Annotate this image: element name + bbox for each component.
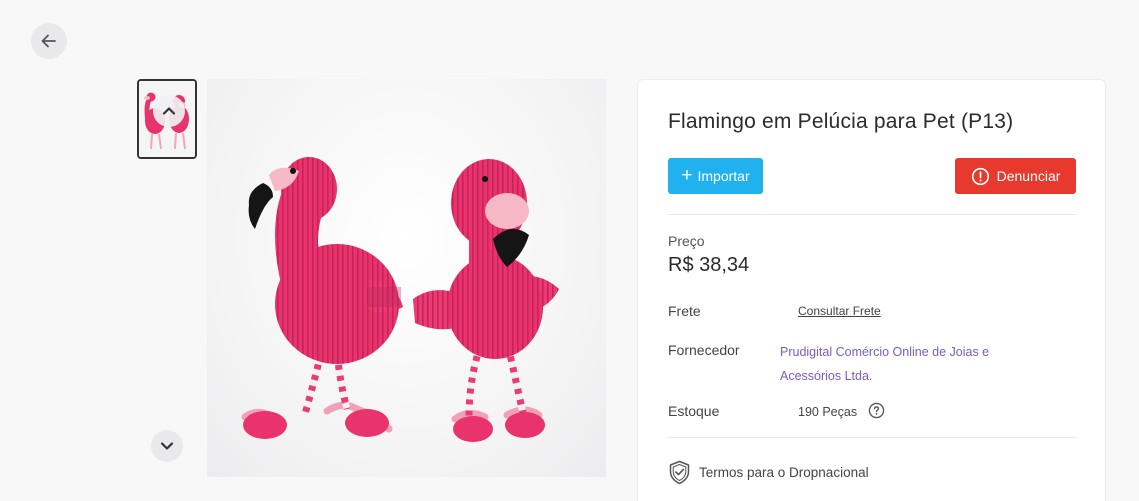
right-flamingo bbox=[413, 159, 559, 442]
left-flamingo bbox=[241, 157, 403, 439]
chevron-up-icon bbox=[162, 107, 176, 115]
back-button[interactable] bbox=[31, 23, 67, 59]
divider bbox=[668, 214, 1076, 215]
stock-value: 190 Peças bbox=[798, 405, 858, 419]
price-label: Preço bbox=[668, 233, 705, 249]
stock-label: Estoque bbox=[668, 403, 720, 419]
freight-label: Frete bbox=[668, 303, 701, 319]
supplier-label: Fornecedor bbox=[668, 342, 740, 358]
product-title: Flamingo em Pelúcia para Pet (P13) bbox=[668, 110, 1014, 133]
thumbnail-scroll-down-button[interactable] bbox=[151, 430, 183, 462]
terms-label: Termos para o Dropnacional bbox=[699, 465, 869, 480]
import-button-label: Importar bbox=[697, 168, 750, 184]
chevron-down-icon bbox=[160, 442, 174, 450]
terms-link[interactable]: Termos para o Dropnacional bbox=[668, 460, 869, 485]
price-value: R$ 38,34 bbox=[668, 254, 750, 276]
supplier-name[interactable]: Prudigital Comércio Online de Joias e Ac… bbox=[780, 340, 1050, 388]
thumbnail-image[interactable] bbox=[137, 79, 197, 159]
alert-circle-icon bbox=[971, 167, 989, 185]
report-button-label: Denunciar bbox=[996, 168, 1061, 184]
product-details-card: Flamingo em Pelúcia para Pet (P13) + Imp… bbox=[637, 79, 1106, 501]
help-circle-icon[interactable] bbox=[868, 402, 885, 419]
report-button[interactable]: Denunciar bbox=[955, 158, 1076, 194]
import-button[interactable]: + Importar bbox=[668, 158, 763, 194]
consult-freight-link[interactable]: Consultar Frete bbox=[798, 304, 881, 318]
divider bbox=[668, 437, 1076, 438]
thumbnail-scroll-up-button[interactable] bbox=[153, 95, 185, 127]
thumbnail-gallery bbox=[137, 79, 197, 477]
plus-icon: + bbox=[681, 164, 693, 186]
shield-check-icon bbox=[669, 460, 690, 485]
product-main-image bbox=[207, 79, 606, 477]
arrow-left-icon bbox=[41, 34, 56, 48]
flamingo-plush-illustration bbox=[241, 157, 559, 442]
